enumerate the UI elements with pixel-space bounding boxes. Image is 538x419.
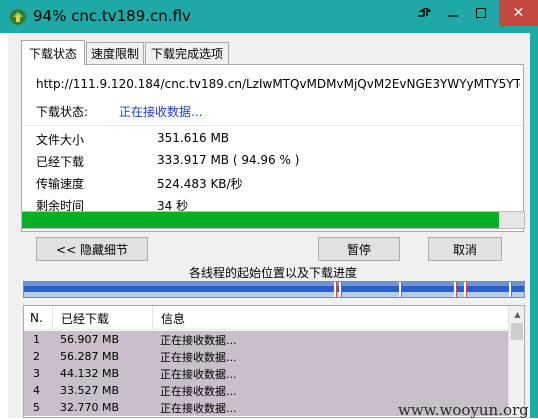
maximize-icon bbox=[476, 8, 486, 18]
thread-table-header: N. 已经下载 信息 bbox=[24, 306, 508, 330]
row-downloaded: 33.527 MB bbox=[60, 384, 120, 397]
file-size-value: 351.616 MB bbox=[157, 131, 230, 145]
row-downloaded: 56.287 MB bbox=[60, 350, 120, 363]
separator bbox=[22, 125, 523, 126]
cancel-label: 取消 bbox=[452, 242, 477, 257]
close-button[interactable]: ✕ bbox=[499, 0, 538, 26]
table-row[interactable]: 4 33.527 MB 正在接收数据... bbox=[24, 382, 508, 399]
background-window-edge bbox=[0, 33, 8, 418]
pause-label: 暂停 bbox=[346, 242, 371, 257]
hide-details-label: << 隐藏细节 bbox=[56, 242, 128, 257]
row-downloaded: 56.907 MB bbox=[60, 333, 120, 346]
tab-download-status[interactable]: 下载状态 bbox=[21, 40, 85, 65]
thread-marker-red bbox=[336, 282, 337, 297]
row-info: 正在接收数据... bbox=[160, 401, 237, 415]
thread-progress-bar bbox=[23, 281, 525, 298]
help-arrow-icon bbox=[418, 8, 431, 17]
cancel-button[interactable]: 取消 bbox=[428, 237, 502, 261]
hide-details-button[interactable]: << 隐藏细节 bbox=[36, 237, 148, 261]
row-number: 4 bbox=[33, 384, 40, 397]
thread-bar-bottom-band bbox=[24, 292, 524, 297]
title-bar[interactable]: 94% cnc.tv189.cn.flv ✕ bbox=[0, 0, 538, 33]
status-label: 下载状态: bbox=[36, 105, 89, 119]
scroll-up-icon[interactable]: ▲ bbox=[509, 306, 524, 323]
row-number: 5 bbox=[33, 401, 40, 414]
row-info: 正在接收数据... bbox=[160, 333, 237, 347]
row-info: 正在接收数据... bbox=[160, 367, 237, 381]
table-row[interactable]: 2 56.287 MB 正在接收数据... bbox=[24, 348, 508, 365]
row-number: 3 bbox=[33, 367, 40, 380]
table-row[interactable]: 3 44.132 MB 正在接收数据... bbox=[24, 365, 508, 382]
thread-marker-red bbox=[401, 282, 402, 297]
col-header-downloaded[interactable]: 已经下载 bbox=[52, 306, 152, 330]
downloaded-label: 已经下载 bbox=[36, 155, 85, 169]
col-header-info[interactable]: 信息 bbox=[152, 306, 508, 330]
tab-speed-limit[interactable]: 速度限制 bbox=[86, 42, 144, 64]
tab-label: 下载完成选项 bbox=[150, 47, 223, 61]
help-arrow-button[interactable] bbox=[411, 0, 437, 26]
file-size-label: 文件大小 bbox=[36, 133, 85, 147]
download-progress-bar bbox=[21, 211, 525, 229]
row-number: 2 bbox=[33, 350, 40, 363]
download-status-panel: http://111.9.120.184/cnc.tv189.cn/LzIwMT… bbox=[21, 64, 524, 232]
thread-marker-red bbox=[466, 282, 467, 297]
client-area: 下载状态 速度限制 下载完成选项 http://111.9.120.184/cn… bbox=[8, 33, 530, 418]
row-downloaded: 44.132 MB bbox=[60, 367, 120, 380]
table-row[interactable]: 1 56.907 MB 正在接收数据... bbox=[24, 331, 508, 348]
close-icon: ✕ bbox=[512, 5, 525, 21]
tab-label: 下载状态 bbox=[28, 46, 77, 61]
transfer-speed-label: 传输速度 bbox=[36, 177, 85, 191]
thread-marker-red bbox=[511, 282, 512, 297]
thread-progress-title: 各线程的起始位置以及下载进度 bbox=[188, 266, 357, 280]
thread-marker-red bbox=[341, 282, 342, 297]
minimize-button[interactable] bbox=[440, 0, 466, 26]
watermark-text: www.wooyun.org bbox=[398, 401, 529, 419]
progress-fill bbox=[22, 212, 499, 228]
status-value: 正在接收数据... bbox=[119, 105, 203, 119]
col-header-number[interactable]: N. bbox=[30, 306, 43, 330]
tab-completion-options[interactable]: 下载完成选项 bbox=[145, 42, 229, 64]
transfer-speed-value: 524.483 KB/秒 bbox=[157, 177, 243, 191]
row-number: 1 bbox=[33, 333, 40, 346]
minimize-icon bbox=[448, 15, 458, 17]
download-app-icon bbox=[10, 9, 26, 25]
row-info: 正在接收数据... bbox=[160, 384, 237, 398]
download-url[interactable]: http://111.9.120.184/cnc.tv189.cn/LzIwMT… bbox=[36, 77, 520, 91]
tab-label: 速度限制 bbox=[90, 47, 139, 61]
pause-button[interactable]: 暂停 bbox=[318, 237, 400, 261]
row-info: 正在接收数据... bbox=[160, 350, 237, 364]
thread-marker-red bbox=[456, 282, 457, 297]
scroll-thumb[interactable] bbox=[511, 323, 523, 340]
maximize-button[interactable] bbox=[468, 0, 494, 26]
download-window: 94% cnc.tv189.cn.flv ✕ 下载状态 速度限制 下载完成选项 … bbox=[0, 0, 538, 419]
row-downloaded: 32.770 MB bbox=[60, 401, 120, 414]
downloaded-value: 333.917 MB ( 94.96 % ) bbox=[157, 153, 300, 167]
window-title: 94% cnc.tv189.cn.flv bbox=[33, 7, 191, 25]
thread-bar-top-band bbox=[24, 282, 524, 286]
